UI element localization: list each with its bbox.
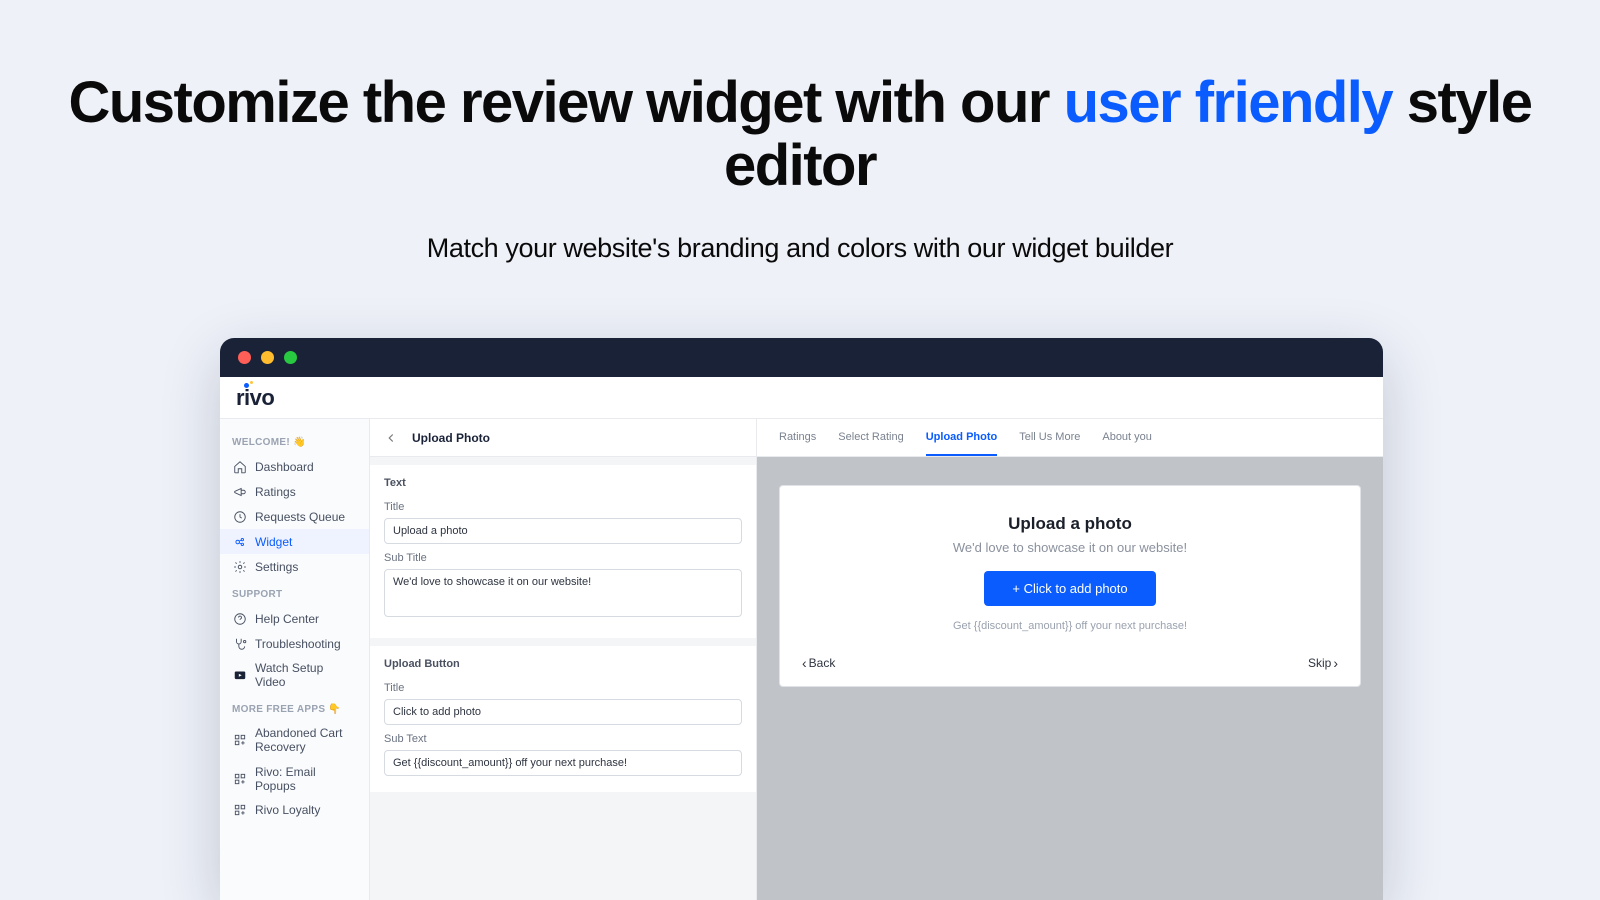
sidebar-item-watch-setup-video[interactable]: Watch Setup Video bbox=[220, 656, 369, 694]
sidebar-item-widget[interactable]: Widget bbox=[220, 529, 369, 554]
widget-footnote: Get {{discount_amount}} off your next pu… bbox=[802, 620, 1338, 632]
brand-bar: rivo bbox=[220, 377, 1383, 419]
section-title: Text bbox=[384, 477, 742, 489]
sidebar-label: Watch Setup Video bbox=[255, 661, 357, 689]
sidebar-label: Troubleshooting bbox=[255, 637, 341, 651]
sidebar-label: Ratings bbox=[255, 485, 296, 499]
minimize-icon[interactable] bbox=[261, 351, 274, 364]
sidebar-label: Requests Queue bbox=[255, 510, 345, 524]
sidebar-item-troubleshooting[interactable]: Troubleshooting bbox=[220, 631, 369, 656]
sidebar-item-dashboard[interactable]: Dashboard bbox=[220, 454, 369, 479]
subtitle-textarea[interactable]: We'd love to showcase it on our website! bbox=[384, 569, 742, 617]
headline-highlight: user friendly bbox=[1064, 70, 1393, 135]
field-label: Sub Text bbox=[384, 733, 742, 745]
sidebar-label: Rivo: Email Popups bbox=[255, 765, 357, 793]
sidebar-item-help-center[interactable]: Help Center bbox=[220, 606, 369, 631]
tab-ratings[interactable]: Ratings bbox=[779, 431, 816, 445]
apps-icon bbox=[232, 803, 247, 818]
editor-title: Upload Photo bbox=[412, 431, 490, 445]
sidebar-label: Settings bbox=[255, 560, 298, 574]
maximize-icon[interactable] bbox=[284, 351, 297, 364]
editor-panel: Upload Photo Text Title Sub Title We'd l… bbox=[370, 419, 757, 900]
home-icon bbox=[232, 459, 247, 474]
tab-select-rating[interactable]: Select Rating bbox=[838, 431, 903, 445]
stethoscope-icon bbox=[232, 636, 247, 651]
chevron-right-icon: › bbox=[1333, 656, 1338, 670]
widget-skip-button[interactable]: Skip› bbox=[1308, 656, 1338, 670]
field-label: Title bbox=[384, 501, 742, 513]
preview-panel: Ratings Select Rating Upload Photo Tell … bbox=[757, 419, 1383, 900]
sidebar-heading-more: MORE FREE APPS 👇 bbox=[220, 694, 369, 721]
megaphone-icon bbox=[232, 484, 247, 499]
upload-photo-button[interactable]: + Click to add photo bbox=[984, 571, 1155, 606]
sidebar-item-email-popups[interactable]: Rivo: Email Popups bbox=[220, 760, 369, 798]
tab-upload-photo[interactable]: Upload Photo bbox=[926, 431, 998, 445]
video-icon bbox=[232, 668, 247, 683]
window-titlebar bbox=[220, 338, 1383, 377]
close-icon[interactable] bbox=[238, 351, 251, 364]
tab-tell-us-more[interactable]: Tell Us More bbox=[1019, 431, 1080, 445]
section-title: Upload Button bbox=[384, 658, 742, 670]
sidebar-heading-welcome: WELCOME! 👋 bbox=[220, 427, 369, 454]
gear-icon bbox=[232, 559, 247, 574]
editor-section-upload-button: Upload Button Title Sub Text bbox=[370, 646, 756, 792]
sidebar-label: Abandoned Cart Recovery bbox=[255, 726, 357, 755]
sidebar-label: Rivo Loyalty bbox=[255, 803, 320, 817]
widget-title: Upload a photo bbox=[802, 514, 1338, 534]
preview-canvas: Upload a photo We'd love to showcase it … bbox=[757, 457, 1383, 900]
widget-back-label: Back bbox=[809, 656, 836, 670]
preview-tabs: Ratings Select Rating Upload Photo Tell … bbox=[757, 419, 1383, 457]
widget-subtitle: We'd love to showcase it on our website! bbox=[802, 540, 1338, 555]
widget-skip-label: Skip bbox=[1308, 656, 1331, 670]
sidebar: WELCOME! 👋 Dashboard Ratings Requests Qu… bbox=[220, 419, 370, 900]
button-subtext-input[interactable] bbox=[384, 750, 742, 776]
app-window: rivo WELCOME! 👋 Dashboard Ratings Reques… bbox=[220, 338, 1383, 900]
apps-icon bbox=[232, 733, 247, 748]
field-label: Sub Title bbox=[384, 552, 742, 564]
widget-back-button[interactable]: ‹Back bbox=[802, 656, 835, 670]
apps-icon bbox=[232, 771, 247, 786]
help-icon bbox=[232, 611, 247, 626]
tab-about-you[interactable]: About you bbox=[1102, 431, 1152, 445]
button-title-input[interactable] bbox=[384, 699, 742, 725]
brand-logo: rivo bbox=[236, 385, 274, 411]
sidebar-heading-support: SUPPORT bbox=[220, 579, 369, 606]
sidebar-item-ratings[interactable]: Ratings bbox=[220, 479, 369, 504]
widget-nav: ‹Back Skip› bbox=[802, 656, 1338, 670]
editor-header: Upload Photo bbox=[370, 419, 756, 457]
sidebar-item-loyalty[interactable]: Rivo Loyalty bbox=[220, 798, 369, 823]
title-input[interactable] bbox=[384, 518, 742, 544]
headline-pre: Customize the review widget with our bbox=[68, 70, 1063, 135]
sidebar-item-settings[interactable]: Settings bbox=[220, 554, 369, 579]
widget-preview: Upload a photo We'd love to showcase it … bbox=[779, 485, 1361, 687]
sidebar-label: Widget bbox=[255, 535, 292, 549]
clock-icon bbox=[232, 509, 247, 524]
sidebar-item-abandoned-cart[interactable]: Abandoned Cart Recovery bbox=[220, 721, 369, 760]
hero-headline: Customize the review widget with our use… bbox=[0, 72, 1600, 197]
sidebar-label: Help Center bbox=[255, 612, 319, 626]
hero-subhead: Match your website's branding and colors… bbox=[0, 233, 1600, 264]
sidebar-item-requests-queue[interactable]: Requests Queue bbox=[220, 504, 369, 529]
field-label: Title bbox=[384, 682, 742, 694]
back-icon[interactable] bbox=[384, 431, 398, 445]
chevron-left-icon: ‹ bbox=[802, 656, 807, 670]
editor-section-text: Text Title Sub Title We'd love to showca… bbox=[370, 465, 756, 638]
widget-icon bbox=[232, 534, 247, 549]
sidebar-label: Dashboard bbox=[255, 460, 314, 474]
